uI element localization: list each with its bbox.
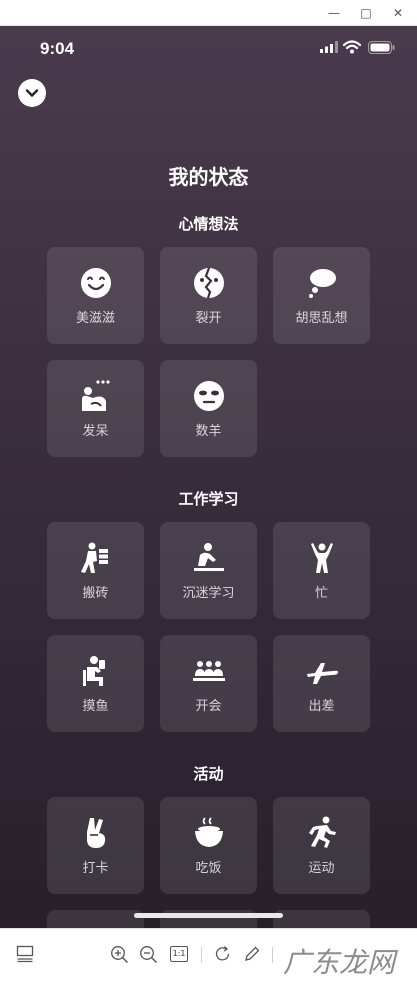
status-card-label: 搬砖 (82, 586, 109, 601)
peace-hand-icon (86, 818, 105, 848)
status-card-label: 沉迷学习 (182, 586, 235, 601)
section-title-mood: 心情想法 (178, 215, 239, 233)
window-titlebar: — □ ✕ (0, 0, 417, 26)
status-card-label: 开会 (195, 699, 222, 714)
status-card-chuchai[interactable]: 出差 (273, 635, 370, 732)
status-card-label: 发呆 (82, 424, 109, 439)
collapse-button[interactable] (18, 79, 46, 107)
thought-cloud-icon (308, 269, 336, 298)
status-card-label: 打卡 (82, 861, 109, 876)
status-card-husiluanxiang[interactable]: 胡思乱想 (273, 247, 370, 344)
status-card-label: 摸鱼 (82, 699, 109, 714)
status-card-kaihui[interactable]: 开会 (160, 635, 257, 732)
zoning-out-icon (81, 380, 110, 411)
status-card-partial[interactable] (47, 910, 144, 928)
smiling-face-icon (80, 268, 111, 298)
actual-size-button[interactable]: 1:1 (170, 946, 188, 962)
status-card-daka[interactable]: 打卡 (47, 797, 144, 894)
thumbnail-panel-icon[interactable] (16, 945, 34, 963)
maximize-button[interactable]: □ (357, 4, 375, 22)
zoom-out-icon[interactable] (139, 945, 158, 964)
status-card-partial[interactable] (273, 910, 370, 928)
zoom-in-icon[interactable] (110, 945, 129, 964)
watermark-logo: 广东龙网 (283, 946, 396, 979)
status-card-moyu[interactable]: 摸鱼 (47, 635, 144, 732)
meeting-icon (192, 661, 225, 681)
status-card-label: 出差 (308, 699, 335, 714)
status-card-label: 数羊 (195, 424, 222, 439)
cellular-signal-icon (320, 41, 338, 53)
status-card-banzhuan[interactable]: 搬砖 (47, 522, 144, 619)
face-mask-icon (193, 381, 224, 411)
status-card-fadai[interactable]: 发呆 (47, 360, 144, 457)
rice-bowl-icon (194, 817, 223, 847)
slacking-person-icon (82, 656, 105, 686)
viewer-toolbar: 1:1 广东龙网 (0, 928, 417, 988)
toolbar-divider (201, 947, 202, 963)
phone-screen: 9:04 我的状态 心情想法 美滋滋 裂开 胡思乱想 发呆 数羊 工作学习 搬砖… (0, 26, 417, 928)
busy-person-icon (310, 543, 333, 573)
rotate-icon[interactable] (214, 945, 232, 963)
running-icon (308, 816, 336, 848)
status-card-mang[interactable]: 忙 (273, 522, 370, 619)
wifi-icon (343, 40, 361, 54)
status-card-label: 忙 (314, 586, 328, 601)
studying-person-icon (193, 543, 224, 571)
edit-pencil-icon[interactable] (243, 945, 261, 963)
status-card-liekai[interactable]: 裂开 (160, 247, 257, 344)
status-card-yundong[interactable]: 运动 (273, 797, 370, 894)
close-button[interactable]: ✕ (389, 4, 407, 22)
status-card-label: 裂开 (195, 311, 222, 326)
status-card-chifan[interactable]: 吃饭 (160, 797, 257, 894)
status-card-shuyang[interactable]: 数羊 (160, 360, 257, 457)
cracked-face-icon (193, 267, 224, 299)
status-card-label: 美滋滋 (75, 311, 115, 326)
toolbar-divider (272, 947, 273, 963)
chevron-down-icon (25, 89, 39, 97)
minimize-button[interactable]: — (325, 4, 343, 22)
carrying-bricks-icon (80, 542, 108, 573)
status-card-label: 吃饭 (195, 861, 222, 876)
section-title-activity: 活动 (193, 765, 224, 783)
status-bar: 9:04 (0, 26, 417, 70)
status-card-chenmixuexi[interactable]: 沉迷学习 (160, 522, 257, 619)
section-title-work-study: 工作学习 (178, 490, 239, 508)
home-indicator[interactable] (134, 913, 283, 918)
airplane-icon (306, 663, 338, 684)
status-card-label: 运动 (308, 861, 335, 876)
status-time: 9:04 (40, 39, 75, 58)
status-card-label: 胡思乱想 (295, 311, 348, 326)
page-title: 我的状态 (168, 165, 249, 189)
battery-icon (368, 41, 395, 54)
status-card-meizizi[interactable]: 美滋滋 (47, 247, 144, 344)
